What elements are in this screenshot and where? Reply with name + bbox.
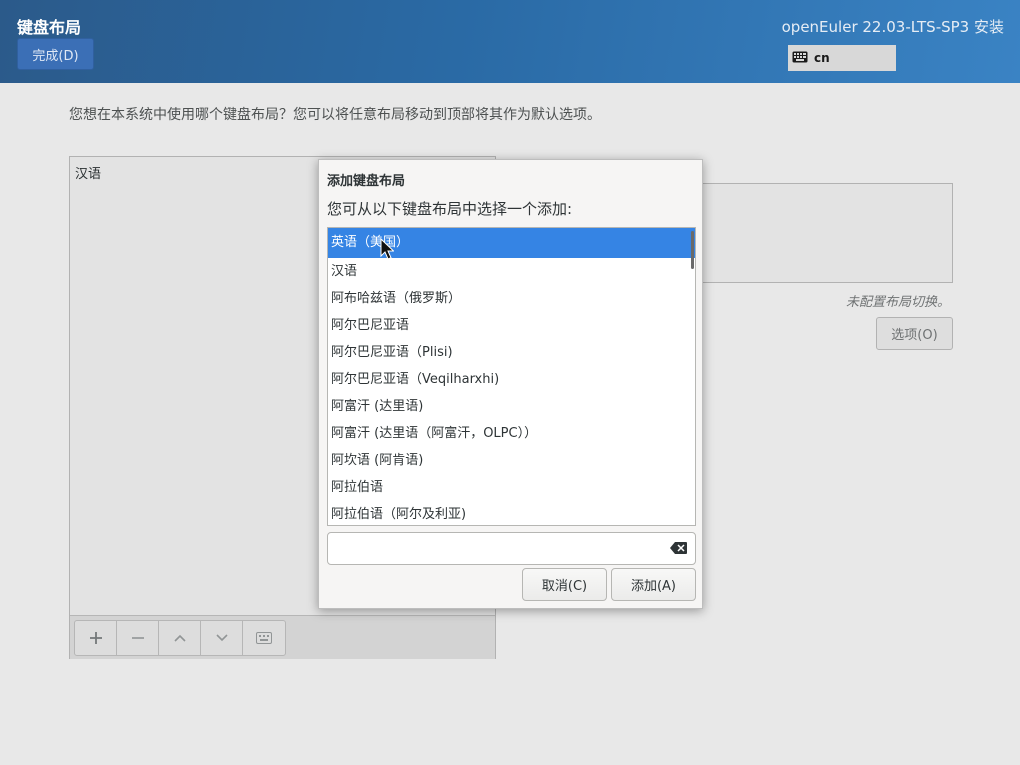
list-item[interactable]: 阿尔巴尼亚语（Plisi)	[328, 339, 695, 366]
dialog-title: 添加键盘布局	[327, 174, 406, 189]
keyboard-layout-indicator[interactable]: cn	[788, 45, 896, 71]
list-item[interactable]: 阿尔巴尼亚语	[328, 312, 695, 339]
add-button[interactable]: 添加(A)	[611, 568, 696, 601]
preview-layout-button[interactable]	[243, 621, 285, 655]
layout-test-area[interactable]	[703, 183, 953, 283]
layout-toolbar	[70, 615, 495, 659]
minus-icon	[131, 637, 144, 639]
list-item[interactable]: 阿坎语 (阿肯语)	[328, 447, 695, 474]
move-down-button[interactable]	[201, 621, 243, 655]
keyboard-preview-icon	[256, 632, 272, 644]
clear-search-icon[interactable]	[670, 542, 695, 558]
mouse-pointer-icon	[380, 237, 395, 264]
dialog-prompt: 您可从以下键盘布局中选择一个添加:	[327, 200, 573, 218]
list-item[interactable]: 阿富汗 (达里语)	[328, 393, 695, 420]
list-scrollbar[interactable]	[691, 231, 694, 269]
add-layout-dialog: 添加键盘布局 您可从以下键盘布局中选择一个添加: 英语（美国） 汉语 阿布哈兹语…	[318, 159, 703, 609]
move-up-button[interactable]	[159, 621, 201, 655]
layout-list-item[interactable]: 汉语	[75, 163, 101, 182]
plus-icon	[89, 632, 102, 644]
layout-choice-list[interactable]: 英语（美国） 汉语 阿布哈兹语（俄罗斯） 阿尔巴尼亚语 阿尔巴尼亚语（Plisi…	[327, 227, 696, 526]
list-item[interactable]: 阿富汗 (达里语（阿富汗，OLPC））	[328, 420, 695, 447]
list-item[interactable]: 阿拉伯语	[328, 474, 695, 501]
header-bar: 键盘布局 完成(D) openEuler 22.03-LTS-SP3 安装 cn	[0, 0, 1020, 83]
options-button[interactable]: 选项(O)	[876, 317, 953, 350]
layout-search-input[interactable]	[327, 532, 696, 565]
product-title: openEuler 22.03-LTS-SP3 安装	[781, 18, 1004, 36]
keyboard-icon	[792, 51, 808, 66]
list-item[interactable]: 阿布哈兹语（俄罗斯）	[328, 285, 695, 312]
cancel-button[interactable]: 取消(C)	[522, 568, 607, 601]
keyboard-indicator-value: cn	[814, 51, 830, 65]
up-icon	[173, 634, 186, 642]
down-icon	[215, 634, 228, 642]
layout-hint-text: 您想在本系统中使用哪个键盘布局？您可以将任意布局移动到顶部将其作为默认选项。	[69, 107, 601, 123]
remove-layout-button[interactable]	[117, 621, 159, 655]
spoke-title: 键盘布局	[17, 18, 82, 37]
list-item[interactable]: 阿尔巴尼亚语（Veqilharxhi)	[328, 366, 695, 393]
done-button[interactable]: 完成(D)	[17, 38, 94, 70]
add-layout-button[interactable]	[75, 621, 117, 655]
switching-status: 未配置布局切换。	[845, 295, 950, 310]
list-item[interactable]: 阿拉伯语（阿尔及利亚)	[328, 501, 695, 525]
